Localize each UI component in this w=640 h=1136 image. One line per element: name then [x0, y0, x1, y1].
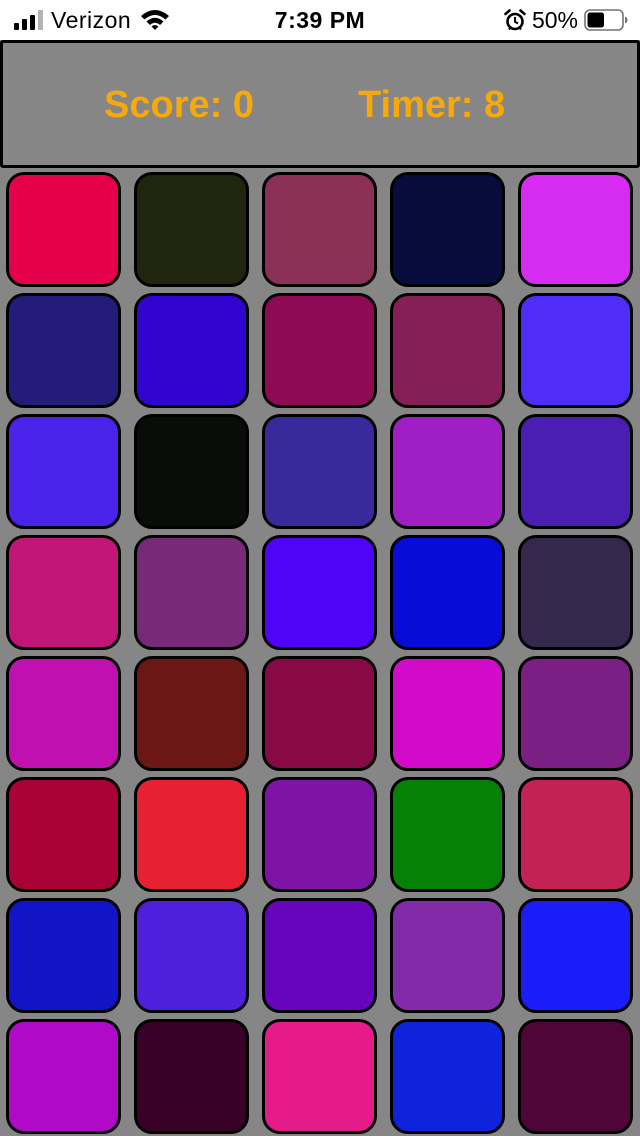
- score-header: Score: 0 Timer: 8: [0, 40, 640, 168]
- battery-percent: 50%: [531, 6, 578, 33]
- status-bar: Verizon 7:39 PM 50%: [0, 0, 640, 40]
- status-left: Verizon: [14, 7, 171, 33]
- color-tile[interactable]: [390, 656, 505, 771]
- color-tile[interactable]: [518, 293, 633, 408]
- color-tile[interactable]: [134, 898, 249, 1013]
- color-tile[interactable]: [262, 656, 377, 771]
- color-tile[interactable]: [518, 656, 633, 771]
- alarm-icon: [504, 9, 526, 31]
- color-tile[interactable]: [262, 414, 377, 529]
- color-tile[interactable]: [6, 898, 121, 1013]
- color-tile[interactable]: [390, 1019, 505, 1134]
- color-tile[interactable]: [262, 293, 377, 408]
- color-tile[interactable]: [6, 656, 121, 771]
- color-tile[interactable]: [262, 777, 377, 892]
- color-tile[interactable]: [262, 172, 377, 287]
- color-tile[interactable]: [262, 1019, 377, 1134]
- color-tile[interactable]: [134, 1019, 249, 1134]
- color-tile[interactable]: [390, 898, 505, 1013]
- color-tile[interactable]: [262, 535, 377, 650]
- color-tile[interactable]: [518, 777, 633, 892]
- color-tile[interactable]: [390, 535, 505, 650]
- battery-icon: [584, 9, 628, 31]
- color-tile[interactable]: [6, 172, 121, 287]
- color-tile[interactable]: [518, 535, 633, 650]
- color-tile[interactable]: [518, 172, 633, 287]
- color-tile[interactable]: [6, 414, 121, 529]
- wifi-icon: [141, 10, 170, 30]
- color-tile[interactable]: [262, 898, 377, 1013]
- color-tile[interactable]: [6, 293, 121, 408]
- color-tile[interactable]: [518, 898, 633, 1013]
- timer-label: Timer: 8: [358, 84, 506, 126]
- color-tile[interactable]: [390, 777, 505, 892]
- score-label: Score: 0: [104, 84, 254, 126]
- color-tile[interactable]: [390, 172, 505, 287]
- signal-icon: [14, 10, 43, 30]
- color-tile[interactable]: [6, 777, 121, 892]
- color-tile[interactable]: [134, 414, 249, 529]
- color-tile[interactable]: [518, 414, 633, 529]
- status-right: 50%: [504, 7, 628, 33]
- color-tile[interactable]: [134, 656, 249, 771]
- color-tile[interactable]: [6, 1019, 121, 1134]
- carrier-name: Verizon: [51, 6, 132, 33]
- color-tile[interactable]: [134, 777, 249, 892]
- color-tile[interactable]: [134, 293, 249, 408]
- color-tile[interactable]: [390, 414, 505, 529]
- color-tile-grid: [6, 172, 633, 1134]
- color-tile[interactable]: [390, 293, 505, 408]
- color-tile[interactable]: [134, 172, 249, 287]
- color-tile[interactable]: [6, 535, 121, 650]
- color-tile[interactable]: [134, 535, 249, 650]
- color-tile[interactable]: [518, 1019, 633, 1134]
